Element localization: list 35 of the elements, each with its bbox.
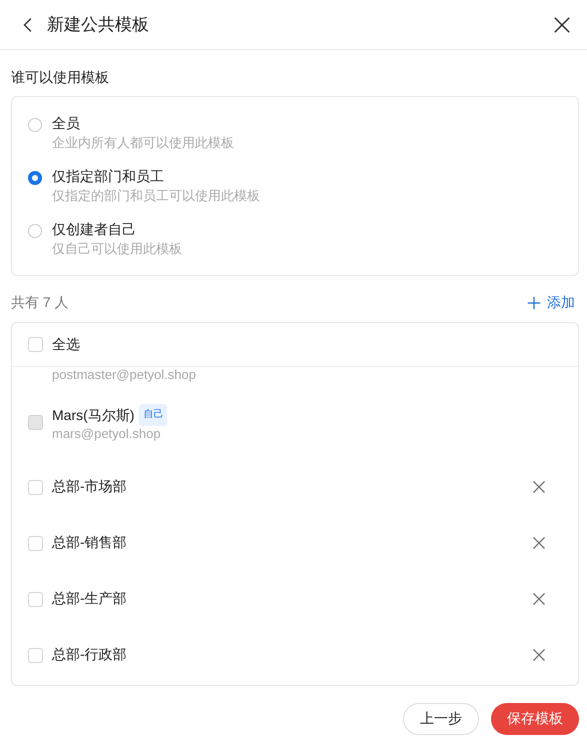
- member-email: postmaster@petyol.shop: [52, 367, 196, 382]
- member-name: Mars(马尔斯): [52, 406, 134, 424]
- department-name: 总部-生产部: [52, 590, 128, 608]
- radio-button[interactable]: [28, 171, 42, 185]
- checkbox[interactable]: [28, 480, 43, 494]
- option-description: 仅自己可以使用此模板: [52, 240, 182, 258]
- section-title: 谁可以使用模板: [11, 68, 110, 87]
- option-description: 企业内所有人都可以使用此模板: [52, 134, 234, 152]
- checkbox[interactable]: [28, 592, 43, 606]
- save-button[interactable]: 保存模板: [491, 703, 579, 735]
- checkbox[interactable]: [28, 337, 43, 352]
- close-icon[interactable]: [553, 16, 571, 34]
- option-description: 仅指定的部门和员工可以使用此模板: [52, 187, 260, 205]
- back-button[interactable]: 上一步: [403, 703, 479, 735]
- checkbox[interactable]: [28, 536, 43, 550]
- plus-icon: [527, 296, 541, 310]
- member-email: mars@petyol.shop: [52, 426, 162, 440]
- select-all-label: 全选: [52, 336, 80, 354]
- remove-icon[interactable]: [532, 480, 546, 494]
- department-name: 总部-销售部: [52, 534, 128, 552]
- member-count: 共有 7 人: [11, 294, 69, 312]
- add-button[interactable]: 添加: [527, 294, 575, 312]
- option-label: 仅创建者自己: [52, 220, 137, 239]
- remove-icon[interactable]: [532, 536, 546, 550]
- option-label: 全员: [52, 114, 81, 133]
- radio-button[interactable]: [28, 224, 42, 238]
- checkbox[interactable]: [28, 648, 43, 662]
- department-name: 总部-行政部: [52, 646, 128, 664]
- radio-button[interactable]: [28, 118, 42, 132]
- self-tag: 自己: [139, 404, 168, 426]
- option-label: 仅指定部门和员工: [52, 167, 165, 186]
- remove-icon[interactable]: [532, 592, 546, 606]
- window-title: 新建公共模板: [47, 14, 150, 36]
- remove-icon[interactable]: [532, 648, 546, 662]
- department-name: 总部-市场部: [52, 478, 128, 496]
